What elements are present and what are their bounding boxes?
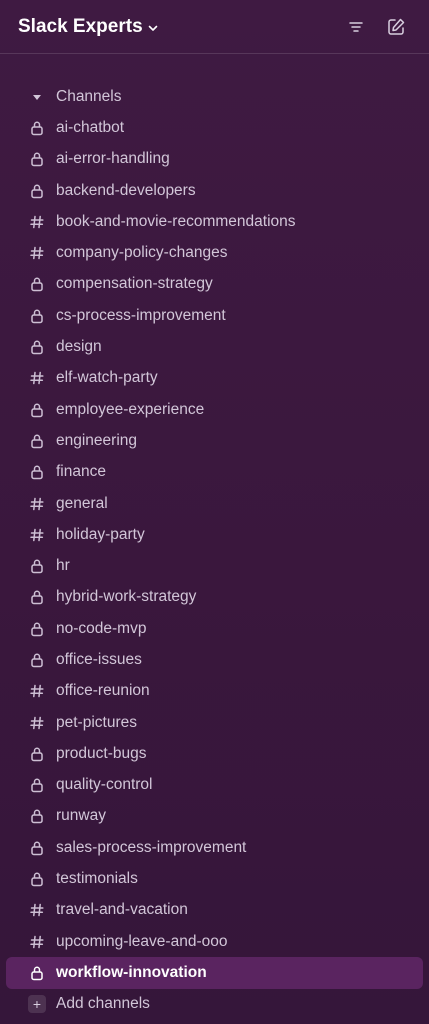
hash-icon [28,933,46,951]
channel-name: ai-error-handling [56,150,170,168]
channel-name: pet-pictures [56,713,137,731]
channel-name: compensation-strategy [56,275,213,293]
channel-item[interactable]: holiday-party [6,519,423,550]
channel-name: office-reunion [56,682,150,700]
plus-icon: + [28,995,46,1014]
compose-icon[interactable] [381,12,411,42]
channel-item[interactable]: ai-chatbot [6,112,423,143]
channel-item[interactable]: workflow-innovation [6,957,423,989]
channel-item[interactable]: travel-and-vacation [6,895,423,926]
caret-down-icon [28,88,46,106]
lock-icon [28,557,46,575]
lock-icon [28,182,46,200]
channel-name: travel-and-vacation [56,901,188,919]
channel-name: office-issues [56,650,142,668]
lock-icon [28,401,46,419]
lock-icon [28,839,46,857]
channel-name: hr [56,557,70,575]
channel-name: hybrid-work-strategy [56,588,197,606]
lock-icon [28,745,46,763]
channel-item[interactable]: book-and-movie-recommendations [6,206,423,237]
channel-item[interactable]: hybrid-work-strategy [6,582,423,613]
lock-icon [28,119,46,137]
channel-name: general [56,494,108,512]
hash-icon [28,244,46,262]
lock-icon [28,776,46,794]
channel-name: engineering [56,431,138,449]
channel-item[interactable]: upcoming-leave-and-ooo [6,926,423,957]
lock-icon [28,807,46,825]
channel-name: testimonials [56,870,138,888]
channel-name: finance [56,463,106,481]
channel-name: company-policy-changes [56,244,228,262]
workspace-switcher[interactable]: Slack Experts [18,16,159,38]
channel-item[interactable]: pet-pictures [6,707,423,738]
lock-icon [28,651,46,669]
filter-icon[interactable] [341,12,371,42]
channel-name: sales-process-improvement [56,838,247,856]
channel-item[interactable]: no-code-mvp [6,613,423,644]
channel-name: upcoming-leave-and-ooo [56,932,228,950]
channel-item[interactable]: quality-control [6,770,423,801]
channel-item[interactable]: hr [6,550,423,581]
channel-item[interactable]: runway [6,801,423,832]
channel-item[interactable]: design [6,331,423,362]
channel-name: cs-process-improvement [56,306,226,324]
channel-item[interactable]: testimonials [6,863,423,894]
channel-item[interactable]: office-reunion [6,676,423,707]
channel-name: design [56,338,102,356]
channel-item[interactable]: elf-watch-party [6,363,423,394]
channel-item[interactable]: cs-process-improvement [6,300,423,331]
hash-icon [28,495,46,513]
lock-icon [28,588,46,606]
channel-name: product-bugs [56,744,147,762]
channel-item[interactable]: office-issues [6,644,423,675]
add-channels-label: Add channels [56,995,150,1013]
lock-icon [28,620,46,638]
channel-list: Channels ai-chatbot ai-error-handling back… [0,54,429,1020]
channel-name: holiday-party [56,525,145,543]
channel-name: no-code-mvp [56,619,147,637]
lock-icon [28,964,46,982]
channel-name: employee-experience [56,400,205,418]
lock-icon [28,150,46,168]
add-channels-button[interactable]: + Add channels [6,989,423,1020]
lock-icon [28,870,46,888]
lock-icon [28,432,46,450]
hash-icon [28,714,46,732]
hash-icon [28,369,46,387]
channel-name: ai-chatbot [56,118,125,136]
channels-section-toggle[interactable]: Channels [6,81,423,112]
channel-item[interactable]: backend-developers [6,175,423,206]
channel-name: runway [56,807,106,825]
chevron-down-icon [147,22,159,34]
channel-name: workflow-innovation [56,963,207,981]
channel-name: backend-developers [56,181,196,199]
channel-item[interactable]: product-bugs [6,738,423,769]
channel-item[interactable]: compensation-strategy [6,269,423,300]
channel-name: quality-control [56,776,153,794]
channel-item[interactable]: engineering [6,425,423,456]
hash-icon [28,213,46,231]
lock-icon [28,463,46,481]
channel-item[interactable]: sales-process-improvement [6,832,423,863]
channel-item[interactable]: company-policy-changes [6,237,423,268]
hash-icon [28,901,46,919]
workspace-name: Slack Experts [18,15,143,37]
lock-icon [28,338,46,356]
hash-icon [28,682,46,700]
channel-item[interactable]: employee-experience [6,394,423,425]
channel-name: elf-watch-party [56,369,158,387]
channel-item[interactable]: ai-error-handling [6,144,423,175]
channel-name: book-and-movie-recommendations [56,212,296,230]
channel-item[interactable]: general [6,488,423,519]
channels-section-label: Channels [56,87,122,105]
lock-icon [28,275,46,293]
lock-icon [28,307,46,325]
channel-item[interactable]: finance [6,457,423,488]
hash-icon [28,526,46,544]
sidebar-header: Slack Experts [0,0,429,54]
